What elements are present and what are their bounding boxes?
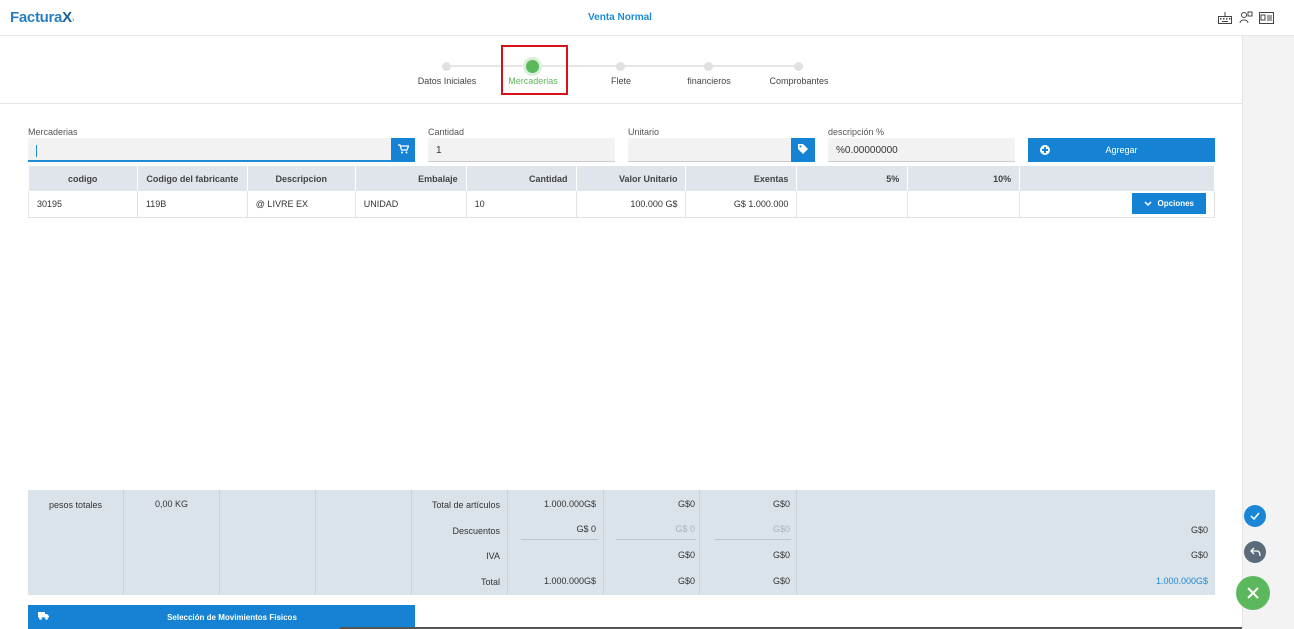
pesos-totales-value: 0,00 KG bbox=[155, 499, 189, 509]
users-icon[interactable] bbox=[1238, 10, 1253, 25]
cart-button[interactable] bbox=[391, 138, 415, 162]
step-dot bbox=[794, 62, 803, 71]
descuento-underline bbox=[521, 539, 598, 540]
movimientos-fisicos-button[interactable]: Selección de Movimientos Fisicos bbox=[28, 605, 415, 629]
grand-iva: G$0 bbox=[1190, 550, 1208, 560]
logo-text: Factura bbox=[10, 9, 63, 26]
step-label: Comprobantes bbox=[769, 76, 829, 86]
agregar-label: Agregar bbox=[1105, 145, 1138, 155]
total-articulos-label: Total de artículos bbox=[431, 500, 500, 510]
agregar-button[interactable]: Agregar bbox=[1028, 138, 1215, 162]
col-fabricante[interactable]: Codigo del fabricante bbox=[137, 166, 248, 191]
iva-label: IVA bbox=[486, 551, 500, 561]
cantidad-input[interactable]: 1 bbox=[428, 138, 615, 162]
total-iva5: G$0 bbox=[677, 576, 695, 586]
total-exentas: 1.000.000G$ bbox=[543, 576, 596, 586]
movimientos-label: Selección de Movimientos Fisicos bbox=[167, 612, 297, 622]
table-header-row: codigo Codigo del fabricante Descripcion… bbox=[28, 166, 1215, 191]
page-title: Venta Normal bbox=[588, 12, 652, 23]
descripcion-label: descripción % bbox=[828, 127, 885, 137]
close-icon bbox=[1247, 587, 1259, 599]
opciones-label: Opciones bbox=[1157, 199, 1194, 209]
cell-iva5 bbox=[796, 191, 909, 218]
descuento-underline bbox=[715, 539, 791, 540]
totals-panel: pesos totales 0,00 KG Total de artículos… bbox=[28, 490, 1215, 595]
check-icon bbox=[1250, 512, 1260, 520]
reply-icon bbox=[1249, 547, 1261, 557]
descuentos-iva5: G$ 0 bbox=[675, 524, 695, 534]
tag-icon bbox=[797, 143, 809, 158]
confirm-button[interactable] bbox=[1244, 505, 1266, 527]
col-cantidad[interactable]: Cantidad bbox=[466, 166, 577, 191]
mercaderias-input[interactable] bbox=[28, 138, 391, 162]
logo-x: X bbox=[62, 9, 72, 26]
descuento-underline bbox=[616, 539, 696, 540]
descuentos-iva10: G$0 bbox=[772, 524, 790, 534]
chevron-down-icon bbox=[1144, 201, 1152, 206]
descripcion-input[interactable]: %0.00000000 bbox=[828, 138, 1015, 162]
step-label: Flete bbox=[610, 76, 631, 86]
cell-fabricante: 119B bbox=[137, 191, 248, 218]
totals-col bbox=[220, 490, 316, 595]
col-iva5[interactable]: 5% bbox=[796, 166, 909, 191]
cantidad-label: Cantidad bbox=[428, 127, 465, 137]
total-iva10: G$0 bbox=[772, 576, 790, 586]
price-tag-button[interactable] bbox=[791, 138, 815, 162]
items-table: codigo Codigo del fabricante Descripcion… bbox=[28, 166, 1215, 218]
right-gutter bbox=[1242, 36, 1294, 629]
step-label: Datos Iniciales bbox=[417, 76, 477, 86]
articulos-iva10: G$0 bbox=[772, 499, 790, 509]
col-descripcion[interactable]: Descripcion bbox=[247, 166, 356, 191]
cell-codigo: 30195 bbox=[28, 191, 138, 218]
cell-embalaje: UNIDAD bbox=[355, 191, 467, 218]
cart-icon bbox=[397, 143, 409, 157]
cell-valor-unitario: 100.000 G$ bbox=[576, 191, 687, 218]
close-button[interactable] bbox=[1236, 576, 1270, 610]
descuentos-label: Descuentos bbox=[452, 526, 500, 536]
col-exentas[interactable]: Exentas bbox=[685, 166, 798, 191]
cell-actions: Opciones bbox=[1019, 191, 1215, 218]
top-bar: FacturaX› Venta Normal bbox=[0, 0, 1294, 36]
opciones-button[interactable]: Opciones bbox=[1131, 193, 1206, 215]
grand-total: 1.000.000G$ bbox=[1155, 576, 1208, 586]
unitario-input[interactable] bbox=[628, 138, 791, 162]
col-valor-unitario[interactable]: Valor Unitario bbox=[576, 166, 687, 191]
plus-circle-icon bbox=[1040, 145, 1050, 155]
articulos-exentas: 1.000.000G$ bbox=[543, 499, 596, 509]
keyboard-icon[interactable] bbox=[1217, 10, 1232, 25]
total-label: Total bbox=[480, 577, 500, 587]
active-step-highlight bbox=[501, 45, 568, 95]
unitario-label: Unitario bbox=[628, 127, 660, 137]
table-row[interactable]: 30195 119B @ LIVRE EX UNIDAD 10 100.000 … bbox=[28, 191, 1215, 218]
app-logo[interactable]: FacturaX› bbox=[10, 9, 75, 26]
col-actions bbox=[1019, 166, 1215, 191]
step-label: financieros bbox=[687, 76, 731, 86]
truck-icon bbox=[38, 612, 49, 622]
wizard-stepper: Datos Iniciales Mercaderias Flete financ… bbox=[0, 36, 1242, 104]
grand-descuentos: G$0 bbox=[1190, 525, 1208, 535]
col-embalaje[interactable]: Embalaje bbox=[355, 166, 467, 191]
cell-iva10 bbox=[907, 191, 1021, 218]
pesos-totales-label: pesos totales bbox=[49, 500, 103, 510]
mercaderias-label: Mercaderias bbox=[28, 127, 78, 137]
iva-iva10: G$0 bbox=[772, 550, 790, 560]
cell-cantidad: 10 bbox=[466, 191, 577, 218]
id-card-icon[interactable] bbox=[1259, 10, 1274, 25]
text-caret bbox=[36, 145, 37, 157]
cell-descripcion: @ LIVRE EX bbox=[247, 191, 356, 218]
step-dot bbox=[704, 62, 713, 71]
descuentos-exentas: G$ 0 bbox=[576, 524, 596, 534]
step-dot bbox=[616, 62, 625, 71]
totals-col bbox=[316, 490, 412, 595]
cell-exentas: G$ 1.000.000 bbox=[685, 191, 798, 218]
articulos-iva5: G$0 bbox=[677, 499, 695, 509]
back-button[interactable] bbox=[1244, 541, 1266, 563]
step-dot bbox=[442, 62, 451, 71]
iva-iva5: G$0 bbox=[677, 550, 695, 560]
col-iva10[interactable]: 10% bbox=[907, 166, 1021, 191]
col-codigo[interactable]: codigo bbox=[28, 166, 138, 191]
